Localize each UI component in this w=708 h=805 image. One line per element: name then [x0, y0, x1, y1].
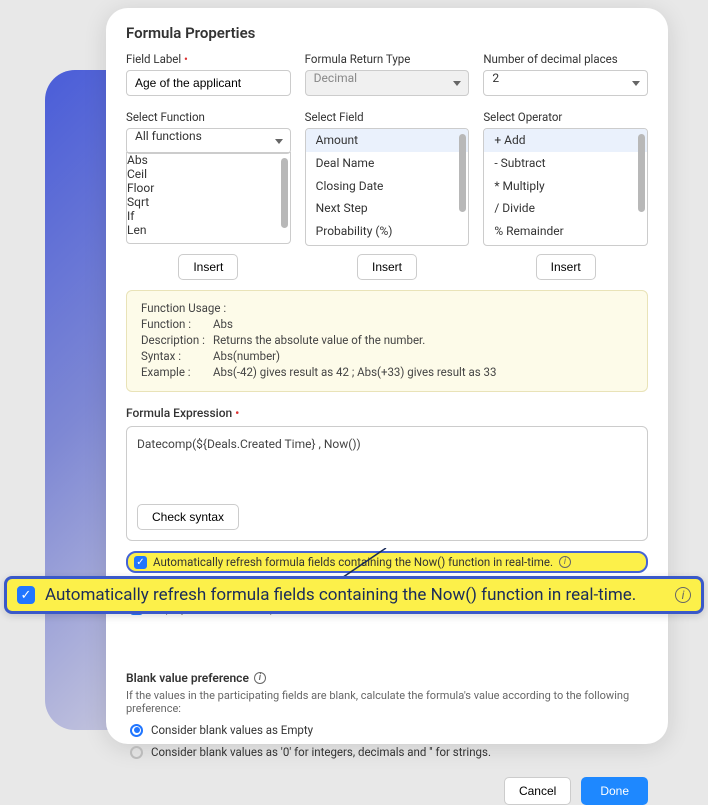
function-listbox[interactable]: Abs Ceil Floor Sqrt If Len: [126, 152, 291, 244]
list-item[interactable]: Amount: [306, 129, 469, 152]
list-item[interactable]: Probability (%): [306, 220, 469, 243]
info-icon[interactable]: [254, 672, 266, 684]
field-label-lbl: Field Label: [126, 52, 291, 66]
list-item[interactable]: Floor: [127, 181, 290, 195]
list-item[interactable]: - Subtract: [484, 152, 647, 175]
formula-properties-panel: Formula Properties Field Label Formula R…: [106, 8, 668, 744]
scrollbar-thumb[interactable]: [459, 134, 466, 212]
operator-listbox[interactable]: + Add - Subtract * Multiply / Divide % R…: [483, 128, 648, 246]
insert-operator-button[interactable]: Insert: [536, 254, 596, 280]
highlight-callout: Automatically refresh formula fields con…: [4, 576, 704, 614]
scrollbar-thumb[interactable]: [638, 134, 645, 212]
return-type-lbl: Formula Return Type: [305, 52, 470, 66]
function-category-select[interactable]: All functions: [126, 128, 291, 154]
function-usage-box: Function Usage : FunctionAbs Description…: [126, 290, 648, 392]
list-item[interactable]: * Multiply: [484, 175, 647, 198]
list-item[interactable]: Abs: [127, 153, 290, 167]
list-item[interactable]: Sqrt: [127, 195, 290, 209]
list-item[interactable]: Len: [127, 223, 290, 237]
option-auto-refresh[interactable]: Automatically refresh formula fields con…: [126, 551, 648, 573]
blank-preference-lbl: Blank value preference: [126, 671, 648, 685]
field-listbox[interactable]: Amount Deal Name Closing Date Next Step …: [305, 128, 470, 246]
return-type-select[interactable]: Decimal: [305, 70, 470, 96]
cancel-button[interactable]: Cancel: [504, 777, 571, 805]
list-item[interactable]: + Add: [484, 129, 647, 152]
insert-field-button[interactable]: Insert: [357, 254, 417, 280]
select-function-lbl: Select Function: [126, 110, 291, 124]
select-operator-lbl: Select Operator: [483, 110, 648, 124]
list-item[interactable]: Deal Name: [306, 152, 469, 175]
radio-blank-zero[interactable]: Consider blank values as '0' for integer…: [130, 745, 648, 759]
checkbox-icon: [17, 586, 35, 604]
list-item[interactable]: % Remainder: [484, 220, 647, 243]
list-item[interactable]: If: [127, 209, 290, 223]
check-syntax-button[interactable]: Check syntax: [137, 504, 239, 530]
list-item[interactable]: Expected Revenue: [306, 243, 469, 246]
expression-textarea[interactable]: [137, 437, 637, 501]
insert-function-button[interactable]: Insert: [178, 254, 238, 280]
list-item[interactable]: / Divide: [484, 197, 647, 220]
list-item[interactable]: Next Step: [306, 197, 469, 220]
blank-preference-desc: If the values in the participating field…: [126, 689, 648, 715]
field-label-input[interactable]: [126, 70, 291, 96]
list-item[interactable]: Closing Date: [306, 175, 469, 198]
panel-title: Formula Properties: [126, 24, 648, 42]
decimal-select[interactable]: 2: [483, 70, 648, 96]
radio-icon[interactable]: [130, 724, 143, 737]
info-icon[interactable]: [559, 556, 571, 568]
list-item[interactable]: ^ Exponentiation: [484, 243, 647, 246]
decimal-lbl: Number of decimal places: [483, 52, 648, 66]
list-item[interactable]: Ceil: [127, 167, 290, 181]
scrollbar-thumb[interactable]: [281, 158, 288, 228]
done-button[interactable]: Done: [581, 777, 648, 805]
checkbox-icon[interactable]: [134, 556, 147, 569]
select-field-lbl: Select Field: [305, 110, 470, 124]
info-icon: [675, 587, 691, 603]
radio-blank-empty[interactable]: Consider blank values as Empty: [130, 723, 648, 737]
expression-lbl: Formula Expression: [126, 406, 648, 420]
radio-icon[interactable]: [130, 746, 143, 759]
